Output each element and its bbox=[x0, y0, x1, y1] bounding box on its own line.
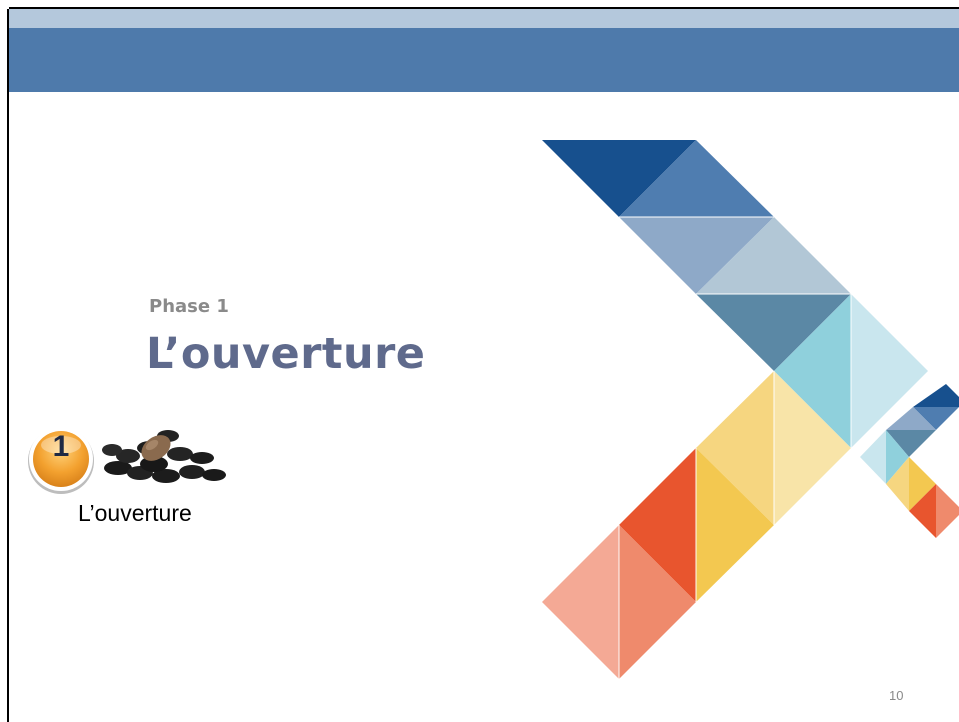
header-band-dark bbox=[9, 28, 959, 92]
phase-label: L’ouverture bbox=[78, 500, 192, 526]
slide: Phase 1 L’ouverture 1 L’ouverture 10 bbox=[0, 0, 959, 722]
header-band-light bbox=[9, 9, 959, 28]
triangle-mosaic-arrow bbox=[542, 140, 959, 679]
phase-subtitle: Phase 1 bbox=[149, 296, 229, 317]
page-number: 10 bbox=[889, 688, 904, 703]
slide-top-border bbox=[0, 0, 959, 9]
slide-title: L’ouverture bbox=[146, 329, 426, 379]
badge-number: 1 bbox=[52, 430, 70, 463]
slide-left-border bbox=[0, 0, 9, 722]
seed-pile-icon bbox=[102, 430, 226, 483]
